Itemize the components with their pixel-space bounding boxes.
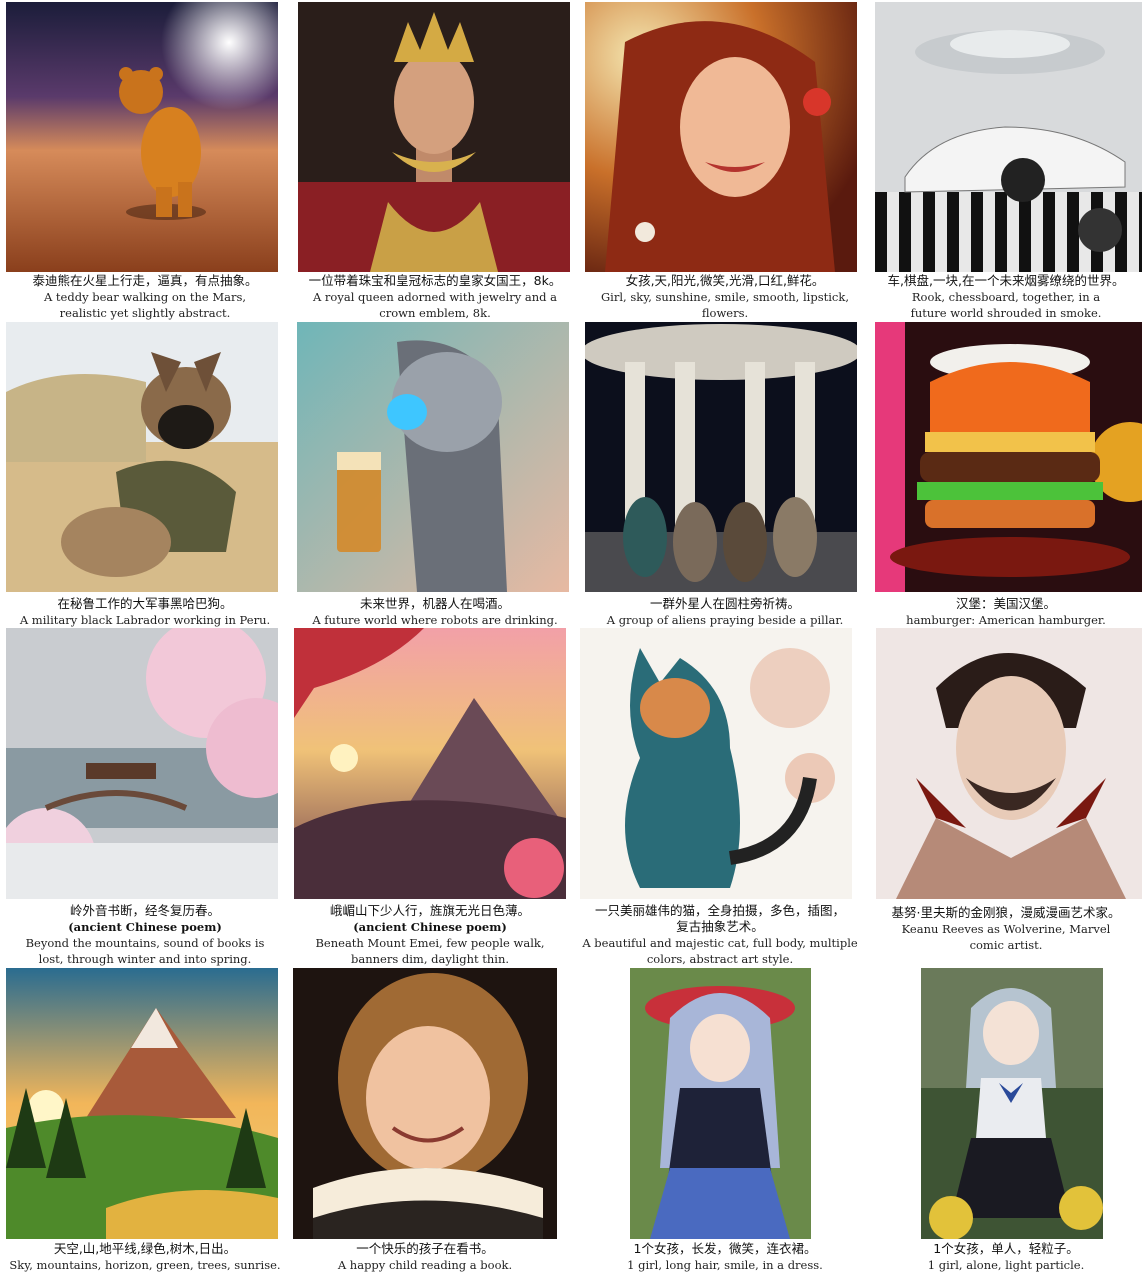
caption-note: (ancient Chinese poem) (353, 920, 507, 934)
caption-chinese: 岭外音书断，经冬复历春。 (69, 903, 220, 918)
caption: 女孩,天,阳光,微笑,光滑,口红,鲜花。 Girl, sky, sunshine… (580, 273, 870, 321)
teddy-bear-astronaut-image (6, 2, 278, 272)
caption-note: (ancient Chinese poem) (68, 920, 222, 934)
caption-chinese: 天空,山,地平线,绿色,树木,日出。 (53, 1241, 237, 1256)
caption-english: A teddy bear walking on the Mars, realis… (43, 290, 247, 320)
smiling-girl-image (585, 2, 857, 272)
caption: 一位带着珠宝和皇冠标志的皇家女国王，8k。 A royal queen ador… (290, 273, 580, 321)
caption-chinese: 峨嵋山下少人行，旌旗无光日色薄。 (329, 903, 530, 918)
caption-english: A group of aliens praying beside a pilla… (606, 613, 844, 627)
aliens-praying-image (585, 322, 857, 592)
caption-chinese: 一个快乐的孩子在看书。 (356, 1241, 494, 1256)
caption: 天空,山,地平线,绿色,树木,日出。 Sky, mountains, horiz… (0, 1241, 290, 1273)
caption-chinese: 未来世界，机器人在喝酒。 (359, 596, 510, 611)
robot-drinking-image (297, 322, 569, 592)
caption: 一只美丽雄伟的猫，全身拍摄，多色，插图，复古抽象艺术。 A beautiful … (575, 903, 865, 967)
abstract-cat-image (580, 628, 852, 899)
caption-chinese: 基努·里夫斯的金刚狼，漫威漫画艺术家。 (891, 905, 1121, 920)
caption: 1个女孩，单人，轻粒子。 1 girl, alone, light partic… (870, 1241, 1142, 1273)
caption-english: Sky, mountains, horizon, green, trees, s… (9, 1258, 281, 1272)
child-reading-image (293, 968, 557, 1239)
caption-english: Girl, sky, sunshine, smile, smooth, lips… (601, 290, 849, 320)
caption-english: A beautiful and majestic cat, full body,… (582, 936, 858, 966)
caption-chinese: 泰迪熊在火星上行走，逼真，有点抽象。 (32, 273, 258, 288)
anime-girl-hat-image (630, 968, 811, 1239)
caption-chinese: 汉堡：美国汉堡。 (955, 596, 1056, 611)
caption-chinese: 女孩,天,阳光,微笑,光滑,口红,鲜花。 (625, 273, 825, 288)
caption-chinese: 在秘鲁工作的大军事黑哈巴狗。 (57, 596, 233, 611)
caption: 未来世界，机器人在喝酒。 A future world where robots… (290, 596, 580, 628)
royal-queen-image (298, 2, 570, 272)
caption-english: Rook, chessboard, together, in a future … (910, 290, 1102, 320)
caption-chinese: 一群外星人在圆柱旁祈祷。 (649, 596, 800, 611)
caption-chinese: 一位带着珠宝和皇冠标志的皇家女国王，8k。 (308, 273, 562, 288)
caption-english: A royal queen adorned with jewelry and a… (312, 290, 558, 320)
caption: 峨嵋山下少人行，旌旗无光日色薄。 (ancient Chinese poem) … (280, 903, 580, 967)
caption: 1个女孩，长发，微笑，连衣裙。 1 girl, long hair, smile… (580, 1241, 870, 1273)
anime-girl-school-image (921, 968, 1103, 1239)
futuristic-car-image (875, 2, 1142, 272)
caption-chinese: 一只美丽雄伟的猫，全身拍摄，多色，插图，复古抽象艺术。 (595, 903, 846, 934)
mountain-sunset-image (294, 628, 566, 899)
caption-chinese: 1个女孩，长发，微笑，连衣裙。 (633, 1241, 817, 1256)
caption-english: A future world where robots are drinking… (312, 613, 558, 627)
hamburger-image (875, 322, 1142, 592)
caption: 在秘鲁工作的大军事黑哈巴狗。 A military black Labrador… (0, 596, 290, 628)
caption-english: 1 girl, alone, light particle. (927, 1258, 1085, 1272)
caption-english: Beneath Mount Emei, few people walk, ban… (315, 936, 545, 966)
caption-english: hamburger: American hamburger. (906, 613, 1106, 627)
caption: 汉堡：美国汉堡。 hamburger: American hamburger. (870, 596, 1142, 628)
mountain-sunrise-image (6, 968, 278, 1239)
snowy-blossom-landscape-image (6, 628, 278, 899)
caption-chinese: 1个女孩，单人，轻粒子。 (933, 1241, 1079, 1256)
caption: 车,棋盘,一块,在一个未来烟雾缭绕的世界。 Rook, chessboard, … (870, 273, 1142, 321)
caption-english: A military black Labrador working in Per… (19, 613, 271, 627)
caption-english: Keanu Reeves as Wolverine, Marvel comic … (901, 922, 1111, 952)
caption-english: Beyond the mountains, sound of books is … (25, 936, 265, 966)
military-dog-image (6, 322, 278, 592)
caption: 一群外星人在圆柱旁祈祷。 A group of aliens praying b… (580, 596, 870, 628)
caption: 泰迪熊在火星上行走，逼真，有点抽象。 A teddy bear walking … (0, 273, 290, 321)
caption-english: 1 girl, long hair, smile, in a dress. (627, 1258, 823, 1272)
caption: 岭外音书断，经冬复历春。 (ancient Chinese poem) Beyo… (0, 903, 290, 967)
caption-english: A happy child reading a book. (337, 1258, 513, 1272)
caption: 一个快乐的孩子在看书。 A happy child reading a book… (280, 1241, 570, 1273)
caption: 基努·里夫斯的金刚狼，漫威漫画艺术家。 Keanu Reeves as Wolv… (870, 905, 1142, 953)
comic-man-portrait-image (876, 628, 1142, 899)
caption-chinese: 车,棋盘,一块,在一个未来烟雾缭绕的世界。 (887, 273, 1125, 288)
